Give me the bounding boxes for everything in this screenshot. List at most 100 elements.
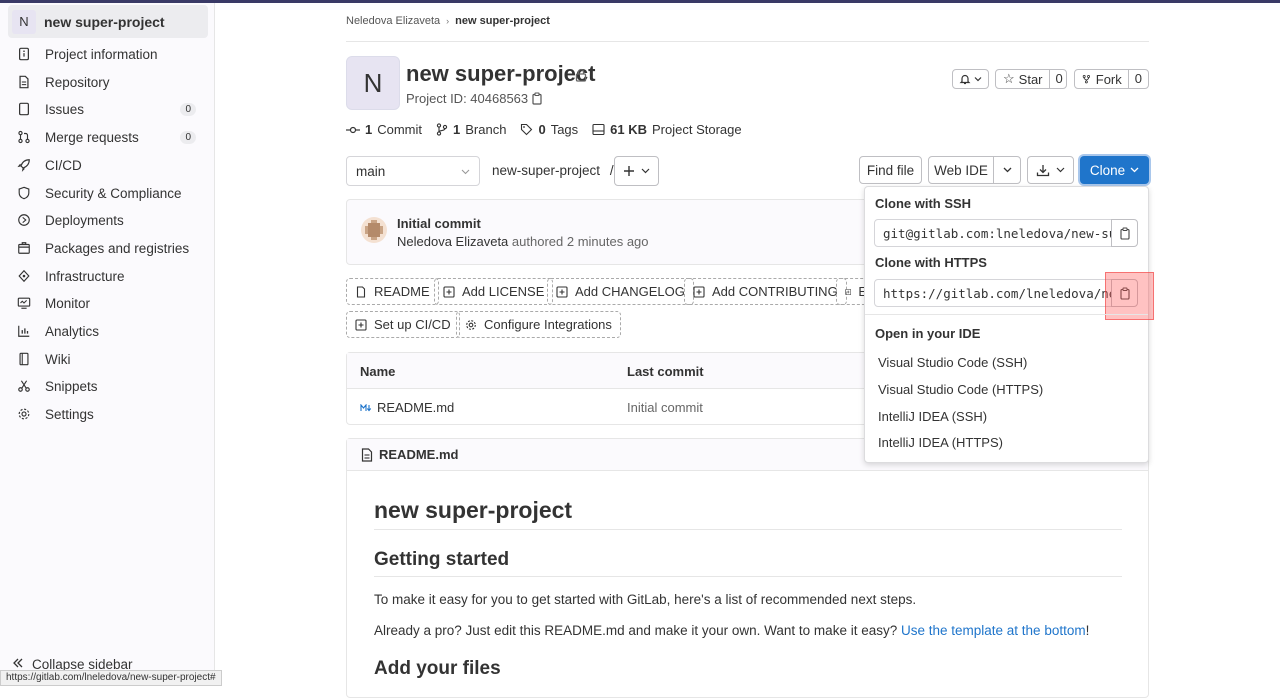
download-button[interactable] [1027,156,1074,184]
branches-stat[interactable]: 1 Branch [436,122,506,137]
repo-path-root[interactable]: new-super-project [492,163,600,178]
deployments-icon [16,212,32,228]
commit-icon [346,125,360,135]
sidebar-project-header[interactable]: N new super-project [8,5,208,38]
fork-count[interactable]: 0 [1128,70,1148,88]
sidebar-item-project-information[interactable]: Project information [8,41,208,67]
sidebar-item-analytics[interactable]: Analytics [8,318,208,344]
configure-integrations-button[interactable]: Configure Integrations [456,311,621,338]
readme-button-label: README [374,284,430,299]
storage-label: Project Storage [652,122,742,137]
add-license-button[interactable]: Add LICENSE [434,278,553,305]
sidebar-item-label: Deployments [45,213,124,228]
tags-label: Tags [551,122,578,137]
web-ide-dropdown-button[interactable] [993,156,1021,184]
copy-https-highlight [1105,272,1154,320]
sidebar-item-label: Analytics [45,324,99,339]
tag-icon [520,123,533,136]
commits-label: Commit [377,122,422,137]
star-count[interactable]: 0 [1049,70,1069,88]
sidebar-item-label: Repository [45,75,110,90]
storage-stat[interactable]: 61 KB Project Storage [592,122,741,137]
breadcrumb: Neledova Elizaveta › new super-project [346,15,550,27]
sidebar-item-cicd[interactable]: CI/CD [8,152,208,178]
sidebar-item-repository[interactable]: Repository [8,69,208,95]
branch-selector[interactable]: main [346,156,480,186]
gear-icon [465,319,477,331]
clone-label: Clone [1090,163,1125,178]
info-icon [16,46,32,62]
sidebar-item-label: Settings [45,407,94,422]
bell-icon [959,73,971,85]
divider [865,314,1148,315]
lock-icon [574,68,588,82]
branches-label: Branch [465,122,506,137]
tags-stat[interactable]: 0 Tags [520,122,578,137]
sidebar-item-issues[interactable]: Issues 0 [8,96,208,122]
monitor-icon [16,295,32,311]
ssh-url-field[interactable]: git@gitlab.com:lneledova/new-super-proje… [874,219,1112,247]
project-stats: 1 Commit 1 Branch 0 Tags 61 KB Project S… [346,122,742,137]
web-ide-button[interactable]: Web IDE [928,156,994,184]
readme-filename[interactable]: README.md [379,447,458,462]
readme-button[interactable]: README [346,278,439,305]
setup-cicd-button[interactable]: Set up CI/CD [346,311,460,338]
breadcrumb-project[interactable]: new super-project [455,15,550,27]
file-name-cell[interactable]: README.md [360,400,454,415]
copy-icon[interactable] [530,91,544,105]
breadcrumb-user[interactable]: Neledova Elizaveta [346,15,440,27]
sidebar-item-settings[interactable]: Settings [8,401,208,427]
sidebar-item-merge-requests[interactable]: Merge requests 0 [8,124,208,150]
template-link[interactable]: Use the template at the bottom [901,623,1086,638]
notifications-button[interactable] [952,69,989,89]
branch-icon [436,123,448,136]
ide-intellij-ssh[interactable]: IntelliJ IDEA (SSH) [878,409,987,424]
ide-vscode-ssh[interactable]: Visual Studio Code (SSH) [878,355,1027,370]
divider [374,529,1122,530]
https-url-field[interactable]: https://gitlab.com/lneledova/new-super-p… [874,279,1112,307]
avatar[interactable] [361,217,387,243]
sidebar-item-deployments[interactable]: Deployments [8,207,208,233]
commit-author[interactable]: Neledova Elizaveta [397,234,508,249]
sidebar-item-wiki[interactable]: Wiki [8,346,208,372]
document-icon [16,74,32,90]
fork-icon [1082,73,1091,85]
chevron-down-icon [1056,166,1065,174]
ide-vscode-https[interactable]: Visual Studio Code (HTTPS) [878,382,1043,397]
copy-ssh-button[interactable] [1111,219,1138,247]
column-name-header: Name [360,364,395,379]
add-contributing-button[interactable]: Add CONTRIBUTING [684,278,847,305]
plus-square-icon [556,286,568,298]
page-title: new super-project [406,61,595,87]
cloud-icon [16,268,32,284]
ide-intellij-https[interactable]: IntelliJ IDEA (HTTPS) [878,435,1003,450]
sidebar-project-avatar: N [12,10,36,34]
add-license-label: Add LICENSE [462,284,544,299]
sidebar-item-packages[interactable]: Packages and registries [8,235,208,261]
sidebar-item-infrastructure[interactable]: Infrastructure [8,263,208,289]
file-commit-cell[interactable]: Initial commit [627,400,703,415]
chart-icon [16,323,32,339]
chevron-right-icon: › [446,16,449,26]
copy-icon [1119,227,1131,240]
commits-stat[interactable]: 1 Commit [346,122,422,137]
branches-count: 1 [453,122,460,137]
sidebar-item-label: Packages and registries [45,241,189,256]
find-file-button[interactable]: Find file [859,156,922,184]
sidebar-item-snippets[interactable]: Snippets [8,373,208,399]
sidebar-item-label: CI/CD [45,158,82,173]
sidebar-item-monitor[interactable]: Monitor [8,290,208,316]
add-to-tree-button[interactable] [614,156,659,186]
fork-button[interactable]: Fork 0 [1074,69,1149,89]
repo-path: new-super-project / [492,163,614,178]
commits-count: 1 [365,122,372,137]
storage-size: 61 KB [610,122,647,137]
clone-button[interactable]: Clone [1080,156,1149,184]
tags-count: 0 [538,122,545,137]
commit-title[interactable]: Initial commit [397,216,481,231]
star-button[interactable]: ☆ Star 0 [995,69,1067,89]
sidebar-item-security[interactable]: Security & Compliance [8,180,208,206]
sidebar-item-label: Snippets [45,379,98,394]
document-icon [360,448,373,462]
add-changelog-button[interactable]: Add CHANGELOG [547,278,694,305]
